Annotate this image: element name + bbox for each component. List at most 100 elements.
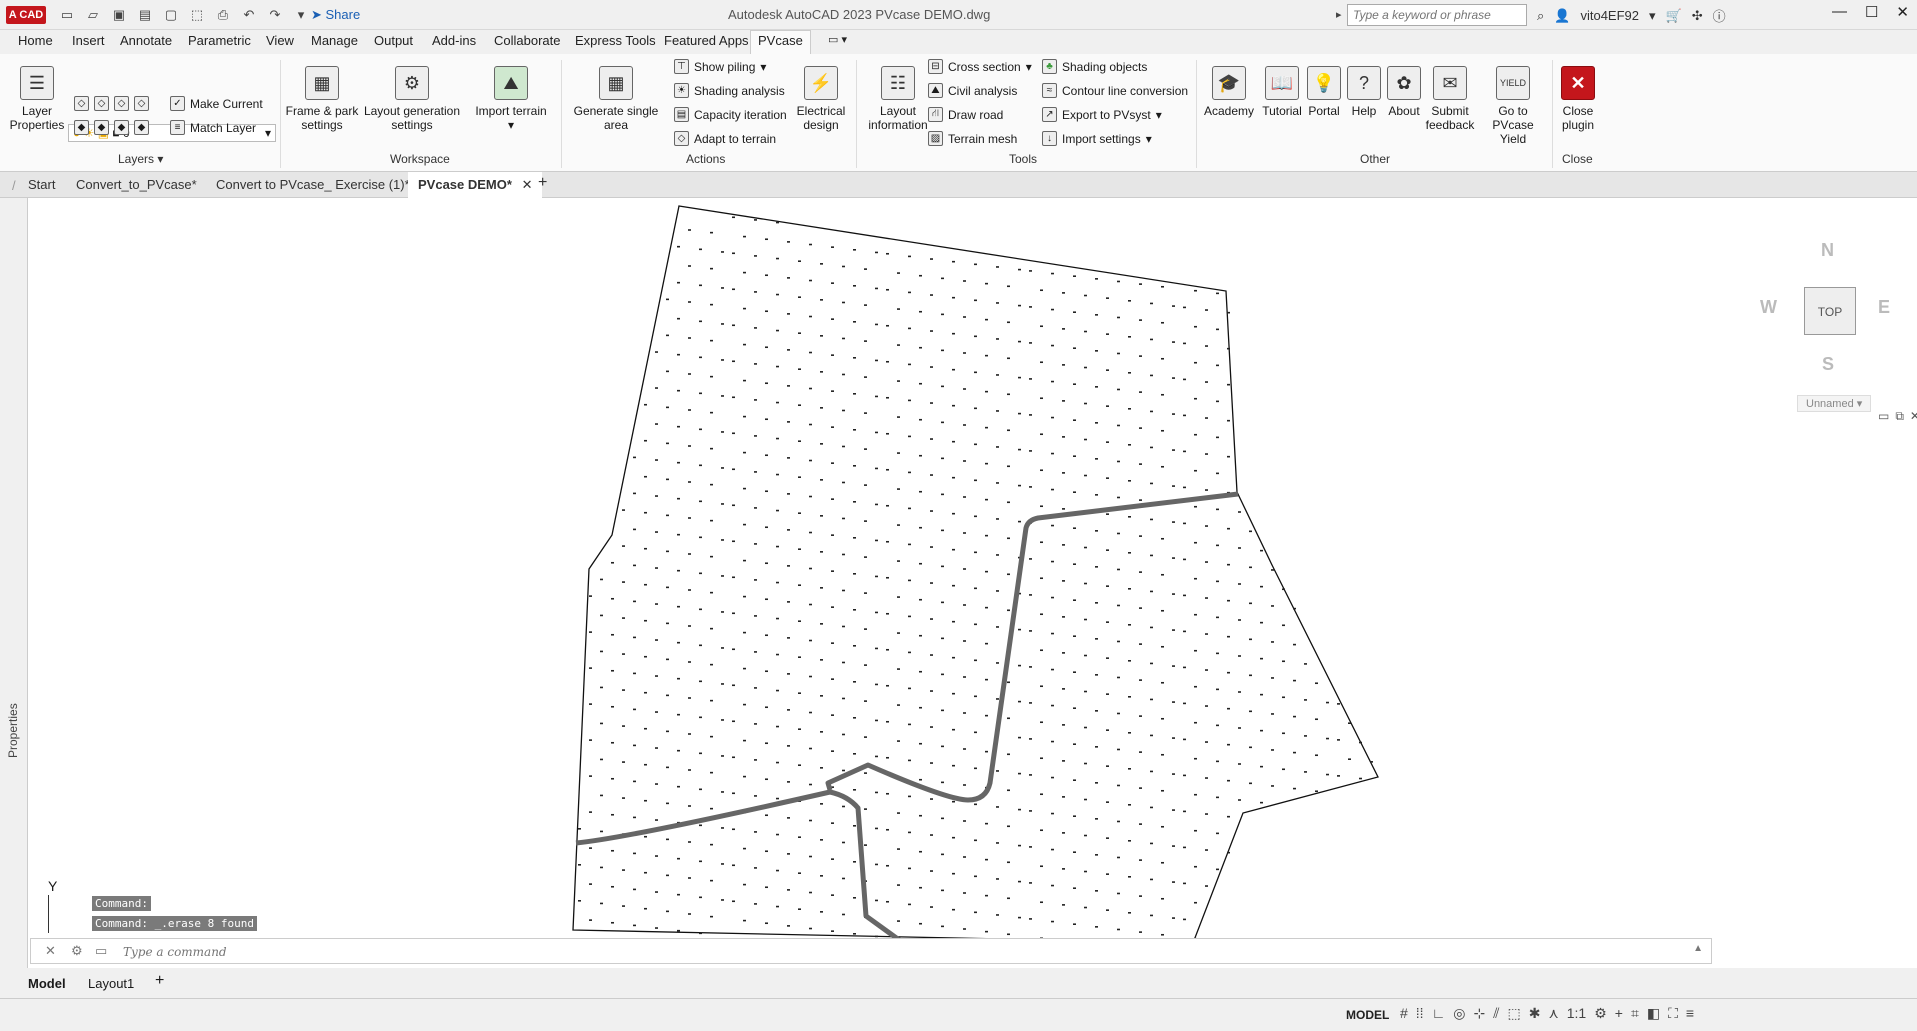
draw-road-button[interactable]: ⛙ Draw road: [928, 107, 1003, 122]
tab-pvcase[interactable]: PVcase: [750, 30, 811, 54]
help-button[interactable]: ? Help: [1344, 66, 1384, 118]
tutorial-button[interactable]: 📖 Tutorial: [1258, 66, 1306, 118]
tab-parametric[interactable]: Parametric: [186, 33, 253, 48]
tab-express-tools[interactable]: Express Tools: [573, 33, 658, 48]
doc-tab-pvcase-demo[interactable]: PVcase DEMO* ✕: [408, 172, 543, 198]
go-to-yield-button[interactable]: YIELD Go to PVcase Yield: [1478, 66, 1548, 146]
compass-north[interactable]: N: [1821, 240, 1834, 261]
civil-analysis-button[interactable]: ⛰ Civil analysis: [928, 83, 1017, 98]
adapt-to-terrain-button[interactable]: ◇ Adapt to terrain: [674, 131, 776, 146]
osnap-icon[interactable]: ⊹: [1474, 1005, 1486, 1022]
viewport-close-icon[interactable]: ✕: [1910, 409, 1917, 424]
viewport-restore-icon[interactable]: ⧉: [1895, 409, 1904, 424]
layout-information-button[interactable]: ☷ Layout information: [862, 66, 934, 132]
share-button[interactable]: ➤ Share: [311, 7, 360, 23]
new-file-icon[interactable]: ▭: [56, 4, 78, 26]
save-web-icon[interactable]: ▢: [160, 4, 182, 26]
new-tab-icon[interactable]: +: [538, 174, 547, 192]
drawing-canvas[interactable]: ▭ ⧉ ✕: [28, 198, 1917, 968]
frame-park-settings-button[interactable]: ▦ Frame & park settings: [284, 66, 360, 132]
tab-collaborate[interactable]: Collaborate: [492, 33, 563, 48]
polar-icon[interactable]: ◎: [1453, 1005, 1465, 1022]
command-customize-icon[interactable]: ⚙: [71, 943, 83, 959]
layout-generation-settings-button[interactable]: ⚙ Layout generation settings: [362, 66, 462, 132]
electrical-design-button[interactable]: ⚡ Electrical design: [792, 66, 850, 132]
user-icon[interactable]: 👤: [1554, 8, 1570, 24]
layer-lock-icon[interactable]: ◇: [134, 96, 149, 111]
tab-featured-apps[interactable]: Featured Apps: [662, 33, 751, 48]
import-terrain-button[interactable]: ⛰ Import terrain ▾: [468, 66, 554, 132]
layout-tab-layout1[interactable]: Layout1: [88, 976, 134, 991]
search-icon[interactable]: ⌕: [1537, 8, 1544, 24]
command-expand-icon[interactable]: ▲: [1693, 943, 1703, 954]
layers-panel-label[interactable]: Layers ▾: [118, 152, 163, 166]
layer-unlock-icon[interactable]: ◆: [134, 120, 149, 135]
autocad-logo[interactable]: A CAD: [6, 6, 46, 24]
exchange-icon[interactable]: ✣: [1692, 8, 1703, 24]
layer-on-icon[interactable]: ◆: [74, 120, 89, 135]
close-tab-icon[interactable]: ✕: [522, 177, 533, 192]
save-icon[interactable]: ▣: [108, 4, 130, 26]
tab-addins[interactable]: Add-ins: [430, 33, 478, 48]
capacity-iteration-button[interactable]: ▤ Capacity iteration: [674, 107, 787, 122]
help-icon[interactable]: ⓘ: [1713, 6, 1726, 25]
expand-arrow-icon[interactable]: ▸: [1336, 8, 1342, 21]
make-current-button[interactable]: ✓ Make Current: [170, 96, 263, 111]
compass-east[interactable]: E: [1878, 297, 1890, 318]
workspace-gear-icon[interactable]: ⚙: [1594, 1005, 1607, 1022]
generate-single-area-button[interactable]: ▦ Generate single area: [570, 66, 662, 132]
scale-value[interactable]: 1:1: [1567, 1005, 1586, 1022]
plus-icon[interactable]: +: [1615, 1005, 1623, 1022]
annotation-icon[interactable]: ✱: [1529, 1005, 1541, 1022]
compass-west[interactable]: W: [1760, 297, 1777, 318]
fullscreen-icon[interactable]: ⛶: [1668, 1005, 1678, 1022]
grid-icon[interactable]: #: [1400, 1005, 1408, 1022]
isolate-icon[interactable]: ◧: [1647, 1005, 1660, 1022]
model-space-toggle[interactable]: MODEL: [1346, 1008, 1389, 1022]
tab-insert[interactable]: Insert: [70, 33, 107, 48]
layer-isolate-icon[interactable]: ◇: [94, 96, 109, 111]
command-input[interactable]: [123, 943, 1673, 961]
qat-dropdown-icon[interactable]: ▾: [290, 4, 312, 26]
annotation-scale-icon[interactable]: ⋏: [1548, 1005, 1558, 1022]
about-button[interactable]: ✿ About: [1382, 66, 1426, 118]
tab-output[interactable]: Output: [372, 33, 415, 48]
doc-tab-exercise[interactable]: Convert to PVcase_ Exercise (1)*: [216, 177, 410, 192]
match-layer-button[interactable]: ≡ Match Layer: [170, 120, 256, 135]
compass-south[interactable]: S: [1822, 354, 1834, 375]
academy-button[interactable]: 🎓 Academy: [1202, 66, 1256, 118]
open-web-icon[interactable]: ⬚: [186, 4, 208, 26]
plot-icon[interactable]: ⎙: [212, 4, 234, 26]
import-settings-button[interactable]: ↓ Import settings ▾: [1042, 131, 1152, 146]
open-file-icon[interactable]: ▱: [82, 4, 104, 26]
tab-home[interactable]: Home: [16, 33, 55, 48]
layer-freeze-icon[interactable]: ◇: [114, 96, 129, 111]
viewport-minimize-icon[interactable]: ▭: [1878, 409, 1889, 424]
layout-tab-model[interactable]: Model: [28, 976, 66, 991]
redo-icon[interactable]: ↷: [264, 4, 286, 26]
layer-unisolate-icon[interactable]: ◆: [94, 120, 109, 135]
ribbon-minimize-icon[interactable]: ▭ ▾: [826, 33, 849, 46]
submit-feedback-button[interactable]: ✉ Submit feedback: [1424, 66, 1476, 132]
tab-annotate[interactable]: Annotate: [118, 33, 174, 48]
viewcube-top[interactable]: TOP: [1804, 287, 1856, 335]
tab-view[interactable]: View: [264, 33, 296, 48]
close-plugin-button[interactable]: ✕ Close plugin: [1556, 66, 1600, 132]
doc-tab-convert[interactable]: Convert_to_PVcase*: [76, 177, 197, 192]
units-icon[interactable]: ⌗: [1631, 1005, 1639, 1022]
save-as-icon[interactable]: ▤: [134, 4, 156, 26]
layer-off-icon[interactable]: ◇: [74, 96, 89, 111]
snap-icon[interactable]: ⁞⁞: [1416, 1005, 1424, 1022]
customize-menu-icon[interactable]: ≡: [1686, 1005, 1694, 1022]
properties-palette-strip[interactable]: Properties: [0, 198, 28, 968]
cart-icon[interactable]: 🛒: [1666, 8, 1682, 24]
contour-line-conversion-button[interactable]: ≈ Contour line conversion: [1042, 83, 1188, 98]
portal-button[interactable]: 💡 Portal: [1302, 66, 1346, 118]
add-layout-icon[interactable]: +: [155, 972, 164, 990]
tab-manage[interactable]: Manage: [309, 33, 360, 48]
maximize-icon[interactable]: ☐: [1865, 3, 1878, 21]
close-window-icon[interactable]: ✕: [1896, 3, 1909, 21]
shading-analysis-button[interactable]: ☀ Shading analysis: [674, 83, 785, 98]
doc-tab-start[interactable]: Start: [28, 177, 55, 192]
help-search-input[interactable]: [1347, 4, 1527, 26]
